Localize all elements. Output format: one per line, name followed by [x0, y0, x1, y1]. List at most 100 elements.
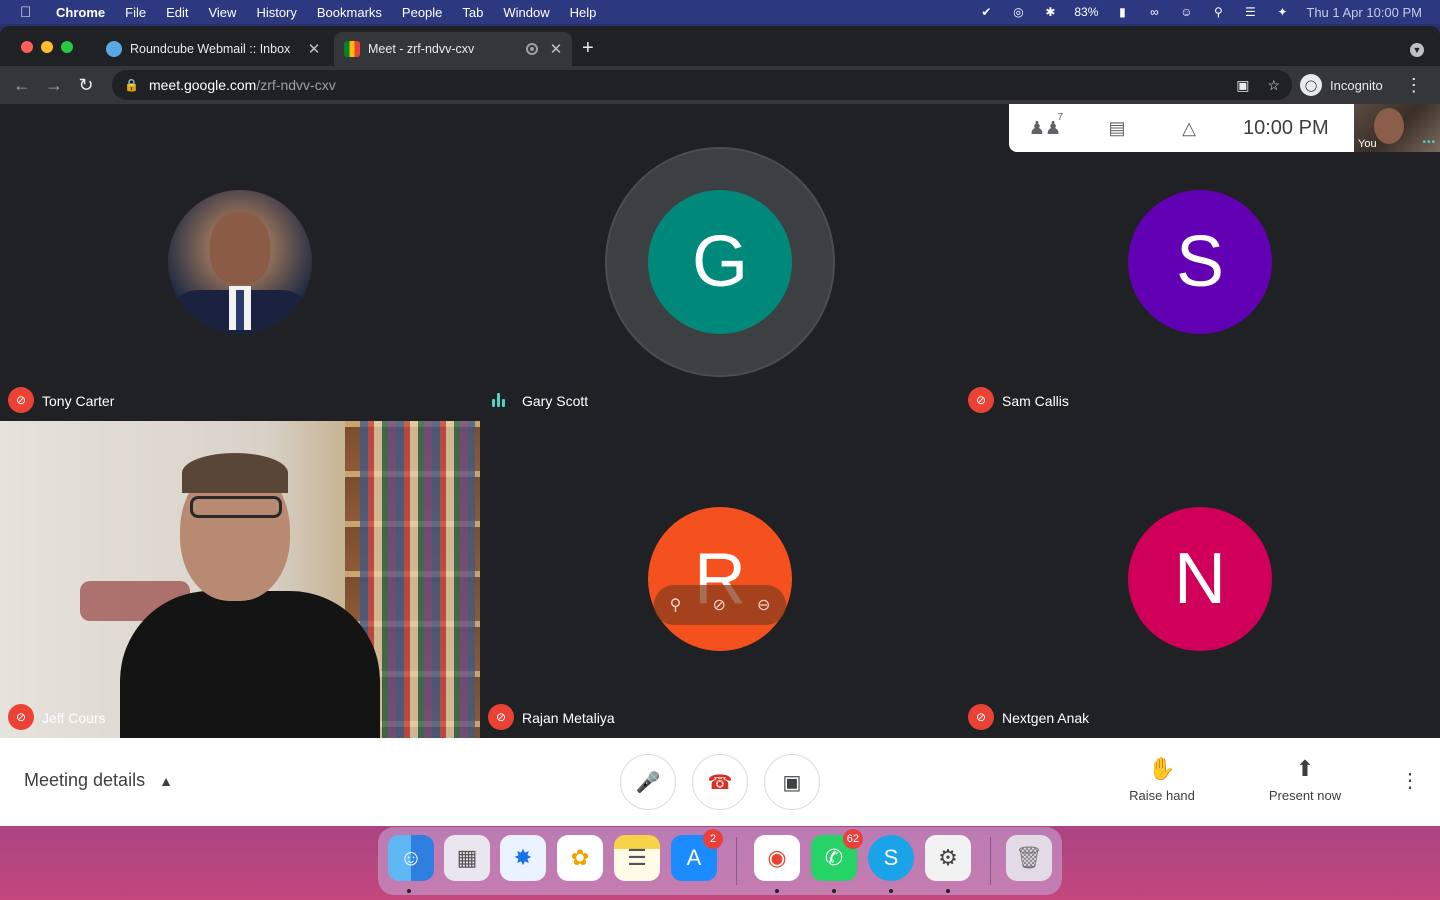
finder-icon[interactable]: ☺	[388, 835, 434, 881]
microphone-icon: 🎤	[635, 771, 661, 794]
menu-app-name[interactable]: Chrome	[56, 5, 105, 20]
meeting-details-button[interactable]: Meeting details ▲	[24, 770, 173, 791]
safari-icon[interactable]: ✸	[500, 835, 546, 881]
tab-title: Roundcube Webmail :: Inbox	[130, 42, 291, 56]
hand-icon: ✋	[1148, 756, 1176, 781]
remove-participant-icon[interactable]: ⊖	[757, 595, 770, 615]
photos-icon[interactable]: ✿	[557, 835, 603, 881]
menu-history[interactable]: History	[256, 5, 296, 20]
muted-mic-icon: ⊘	[488, 704, 514, 730]
muted-mic-icon: ⊘	[968, 387, 994, 413]
participants-count: 7	[1057, 111, 1063, 123]
participant-tile[interactable]: ⊘ Tony Carter	[0, 104, 480, 421]
chat-icon[interactable]: ▤	[1081, 118, 1153, 139]
participant-name: Rajan Metaliya	[522, 710, 615, 726]
browser-menu-icon[interactable]: ⋮	[1405, 75, 1423, 96]
whatsapp-badge: 62	[842, 829, 863, 849]
launchpad-icon[interactable]: ▦	[444, 835, 490, 881]
chevron-up-icon: ▲	[159, 772, 173, 789]
meeting-details-label: Meeting details	[24, 770, 146, 790]
apple-menu-icon[interactable]: 	[20, 4, 38, 21]
participant-name: Jeff Cours	[42, 710, 106, 726]
participant-name: Gary Scott	[522, 393, 589, 409]
menu-view[interactable]: View	[208, 5, 236, 20]
activities-icon[interactable]: △	[1153, 118, 1225, 139]
hang-up-icon: ☎	[707, 771, 733, 794]
muted-mic-icon: ⊘	[8, 704, 34, 730]
close-tab-icon[interactable]: ✕	[304, 40, 324, 58]
participant-tile[interactable]: G Gary Scott	[480, 104, 960, 421]
present-now-label: Present now	[1268, 788, 1342, 803]
minimize-window-icon[interactable]	[41, 41, 53, 53]
menu-clock[interactable]: Thu 1 Apr 10:00 PM	[1306, 5, 1422, 20]
raise-hand-button[interactable]: ✋ Raise hand	[1122, 756, 1202, 803]
microphone-button[interactable]: 🎤	[620, 754, 676, 810]
more-options-icon[interactable]: ⋮	[1400, 768, 1420, 793]
address-bar[interactable]: 🔒 meet.google.com/zrf-ndvv-cxv ▣ ☆	[112, 70, 1292, 100]
chrome-icon[interactable]: ◉	[754, 835, 800, 881]
participants-icon[interactable]: ♟♟ 7	[1009, 112, 1081, 139]
new-tab-icon[interactable]: +	[582, 38, 594, 58]
trash-icon[interactable]: 🗑	[1006, 835, 1052, 881]
user-icon[interactable]: ☺	[1178, 5, 1194, 19]
url-path: /zrf-ndvv-cxv	[256, 77, 336, 93]
bluetooth-icon[interactable]: ✱	[1042, 5, 1058, 19]
participant-video-tile[interactable]: ⊘ Jeff Cours	[0, 421, 480, 738]
self-audio-icon: •••	[1422, 137, 1436, 148]
menu-bookmarks[interactable]: Bookmarks	[317, 5, 382, 20]
forward-icon[interactable]: →	[38, 75, 70, 96]
checkmark-status-icon[interactable]: ✔	[978, 5, 994, 19]
airdrop-icon[interactable]: ◎	[1010, 5, 1026, 19]
meet-favicon-icon	[344, 41, 360, 57]
participant-name: Nextgen Anak	[1002, 710, 1090, 726]
menu-window[interactable]: Window	[503, 5, 549, 20]
system-utility-icon[interactable]: ⚙	[925, 835, 971, 881]
menu-tab[interactable]: Tab	[462, 5, 483, 20]
tab-search-icon[interactable]: ▼	[1410, 43, 1424, 57]
search-icon[interactable]: ⚲	[1210, 5, 1226, 19]
maximize-window-icon[interactable]	[61, 41, 73, 53]
whatsapp-icon[interactable]: ✆ 62	[811, 829, 863, 881]
menu-edit[interactable]: Edit	[166, 5, 188, 20]
status-area: ✔ ◎ ✱ 83% ▮ ∞ ☺ ⚲ ☰ ✦ Thu 1 Apr 10:00 PM	[978, 5, 1422, 20]
tab-meet[interactable]: Meet - zrf-ndvv-cxv ✕	[334, 32, 572, 66]
meet-grid: ⊘ Tony Carter G Gary Scott S ⊘ Sam Calli…	[0, 104, 1440, 738]
incognito-label: Incognito	[1330, 77, 1383, 93]
participant-avatar: S	[1128, 190, 1272, 334]
menu-people[interactable]: People	[402, 5, 442, 20]
mute-participant-icon[interactable]: ⊘	[712, 595, 725, 615]
tab-roundcube[interactable]: Roundcube Webmail :: Inbox ✕	[96, 32, 330, 66]
participant-tile[interactable]: N ⊘ Nextgen Anak	[960, 421, 1440, 738]
close-window-icon[interactable]	[21, 41, 33, 53]
participant-name: Sam Callis	[1002, 393, 1069, 409]
participant-photo	[168, 190, 312, 334]
participant-tile[interactable]: R ⊘ Rajan Metaliya	[480, 421, 960, 738]
reload-icon[interactable]: ↻	[70, 75, 102, 96]
link-icon[interactable]: ∞	[1146, 5, 1162, 19]
skype-icon[interactable]: S	[868, 835, 914, 881]
present-now-button[interactable]: ⬆ Present now	[1262, 756, 1348, 803]
self-view[interactable]: You •••	[1354, 104, 1440, 152]
tab-title: Meet - zrf-ndvv-cxv	[368, 42, 475, 56]
back-icon[interactable]: ←	[6, 75, 38, 96]
tile-hover-controls: ⚲ ⊘ ⊖	[654, 585, 786, 625]
app-store-icon[interactable]: A 2	[671, 829, 723, 881]
battery-icon[interactable]: ▮	[1114, 5, 1130, 19]
meeting-clock: 10:00 PM	[1243, 116, 1329, 139]
menu-file[interactable]: File	[125, 5, 146, 20]
camera-in-use-icon[interactable]: ▣	[1236, 77, 1249, 94]
control-center-icon[interactable]: ☰	[1242, 5, 1258, 19]
leave-call-button[interactable]: ☎	[692, 754, 748, 810]
pin-icon[interactable]: ⚲	[670, 595, 682, 615]
lock-icon[interactable]: 🔒	[124, 78, 139, 92]
notes-icon[interactable]: ☰	[614, 835, 660, 881]
incognito-profile[interactable]: ◯ Incognito	[1300, 74, 1383, 96]
present-screen-icon: ⬆	[1295, 756, 1315, 781]
camera-button[interactable]: ▣	[764, 754, 820, 810]
meet-bottom-bar: Meeting details ▲ 🎤 ☎ ▣ ✋ Raise hand ⬆ P…	[0, 738, 1440, 826]
bookmark-star-icon[interactable]: ☆	[1267, 77, 1280, 94]
self-label: You	[1358, 138, 1377, 150]
siri-icon[interactable]: ✦	[1274, 5, 1290, 19]
menu-help[interactable]: Help	[570, 5, 597, 20]
close-tab-icon[interactable]: ✕	[546, 40, 566, 58]
